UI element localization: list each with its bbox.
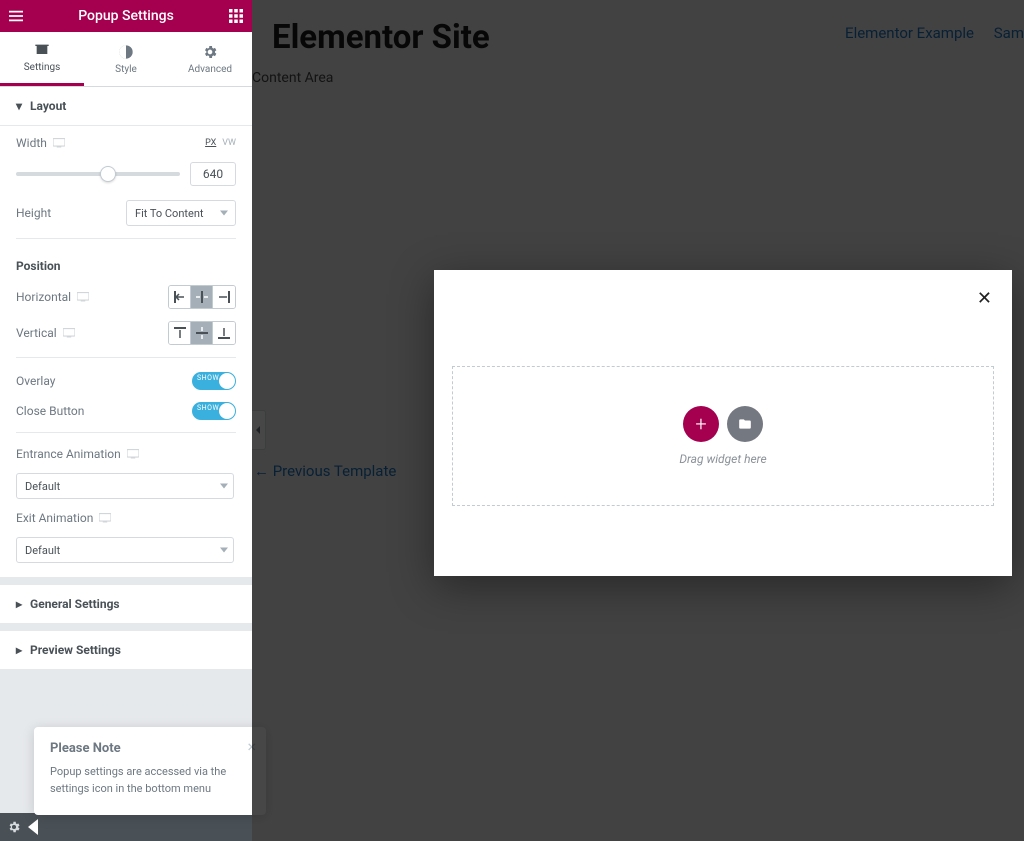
horizontal-label: Horizontal: [16, 290, 89, 304]
settings-tabs: Settings Style Advanced: [0, 32, 252, 87]
editor-canvas: Elementor Site Elementor Example Sam Con…: [252, 0, 1024, 841]
caret-down-icon: ▾: [16, 99, 22, 113]
section-preview: ▸ Preview Settings: [0, 631, 252, 669]
close-button-toggle[interactable]: Show: [192, 402, 236, 420]
tab-advanced[interactable]: Advanced: [168, 32, 252, 86]
dropzone-text: Drag widget here: [679, 452, 766, 466]
responsive-icon: [77, 292, 89, 302]
tab-settings[interactable]: Settings: [0, 32, 84, 86]
gear-icon[interactable]: [0, 813, 28, 841]
horizontal-align-group: [168, 285, 236, 309]
exit-animation-label: Exit Animation: [16, 511, 111, 525]
widget-dropzone[interactable]: + Drag widget here: [452, 366, 994, 506]
section-layout: ▾ Layout Width PX VW: [0, 87, 252, 577]
responsive-icon: [99, 513, 111, 523]
height-label: Height: [16, 206, 51, 220]
align-right-icon[interactable]: [213, 286, 235, 308]
position-heading: Position: [16, 259, 236, 273]
align-bottom-icon[interactable]: [213, 322, 235, 344]
note-text: Popup settings are accessed via the sett…: [50, 764, 250, 797]
close-icon[interactable]: ✕: [977, 288, 992, 309]
align-left-icon[interactable]: [169, 286, 191, 308]
vertical-label: Vertical: [16, 326, 75, 340]
sidebar-title: Popup Settings: [32, 8, 220, 24]
close-button-label: Close Button: [16, 404, 84, 418]
overlay-toggle[interactable]: Show: [192, 372, 236, 390]
tab-label: Advanced: [188, 64, 232, 75]
template-library-button[interactable]: [727, 406, 763, 442]
widgets-grid-icon[interactable]: [220, 0, 252, 32]
section-title: General Settings: [30, 597, 120, 611]
responsive-icon: [63, 328, 75, 338]
width-value-input[interactable]: [190, 162, 236, 186]
responsive-icon: [53, 138, 65, 148]
responsive-icon: [127, 449, 139, 459]
note-title: Please Note: [50, 741, 250, 756]
popup-preview: ✕ + Drag widget here: [434, 270, 1012, 576]
note-pointer: [28, 819, 38, 835]
preview-header[interactable]: ▸ Preview Settings: [0, 631, 252, 669]
tab-label: Style: [115, 64, 137, 75]
exit-animation-select[interactable]: Default: [16, 537, 234, 563]
note-popover: × Please Note Popup settings are accesse…: [34, 727, 266, 815]
caret-right-icon: ▸: [16, 597, 22, 611]
align-center-icon[interactable]: [191, 286, 213, 308]
width-slider[interactable]: [16, 172, 180, 176]
tab-label: Settings: [24, 62, 61, 73]
section-general: ▸ General Settings: [0, 585, 252, 623]
slider-thumb[interactable]: [100, 166, 116, 182]
layout-header[interactable]: ▾ Layout: [0, 87, 252, 126]
align-middle-icon[interactable]: [191, 322, 213, 344]
tab-style[interactable]: Style: [84, 32, 168, 86]
overlay-label: Overlay: [16, 374, 55, 388]
entrance-animation-label: Entrance Animation: [16, 447, 139, 461]
add-section-button[interactable]: +: [683, 406, 719, 442]
section-title: Layout: [30, 99, 66, 113]
section-title: Preview Settings: [30, 643, 121, 657]
entrance-animation-select[interactable]: Default: [16, 473, 234, 499]
height-select[interactable]: Fit To Content: [126, 200, 236, 226]
width-label: Width: [16, 136, 65, 150]
editor-sidebar: Popup Settings Settings Style Advanced ▾…: [0, 0, 252, 841]
sidebar-header: Popup Settings: [0, 0, 252, 32]
align-top-icon[interactable]: [169, 322, 191, 344]
menu-icon[interactable]: [0, 0, 32, 32]
caret-right-icon: ▸: [16, 643, 22, 657]
vertical-align-group: [168, 321, 236, 345]
unit-switcher[interactable]: PX VW: [205, 138, 236, 148]
general-header[interactable]: ▸ General Settings: [0, 585, 252, 623]
